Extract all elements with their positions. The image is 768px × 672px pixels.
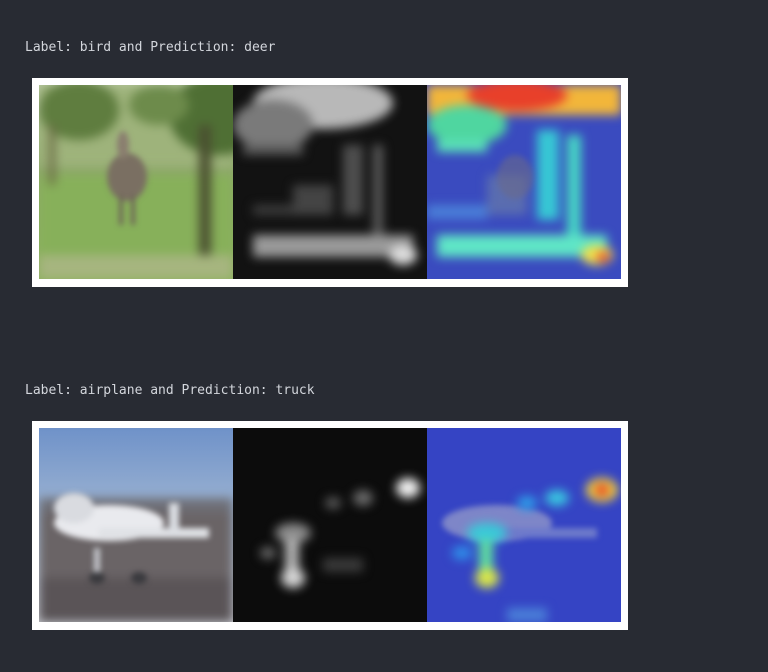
gradcam-overlay [427,428,621,622]
grayscale-heatmap [233,428,427,622]
gradcam-figure [32,421,628,630]
original-image-bird [39,85,233,279]
output-label-prediction-text: Label: bird and Prediction: deer [25,40,276,55]
gradcam-overlay-image [427,85,621,279]
grayscale-heatmap-image [233,85,427,279]
gradcam-overlay-image [427,428,621,622]
grayscale-heatmap [233,85,427,279]
original-image [39,85,233,279]
gradcam-figure [32,78,628,287]
output-label-prediction-text: Label: airplane and Prediction: truck [25,383,315,398]
gradcam-overlay [427,85,621,279]
grayscale-heatmap-image [233,428,427,622]
notebook-output-area: Label: bird and Prediction: deer Label: … [0,0,768,672]
original-image-airplane [39,428,233,622]
original-image [39,428,233,622]
